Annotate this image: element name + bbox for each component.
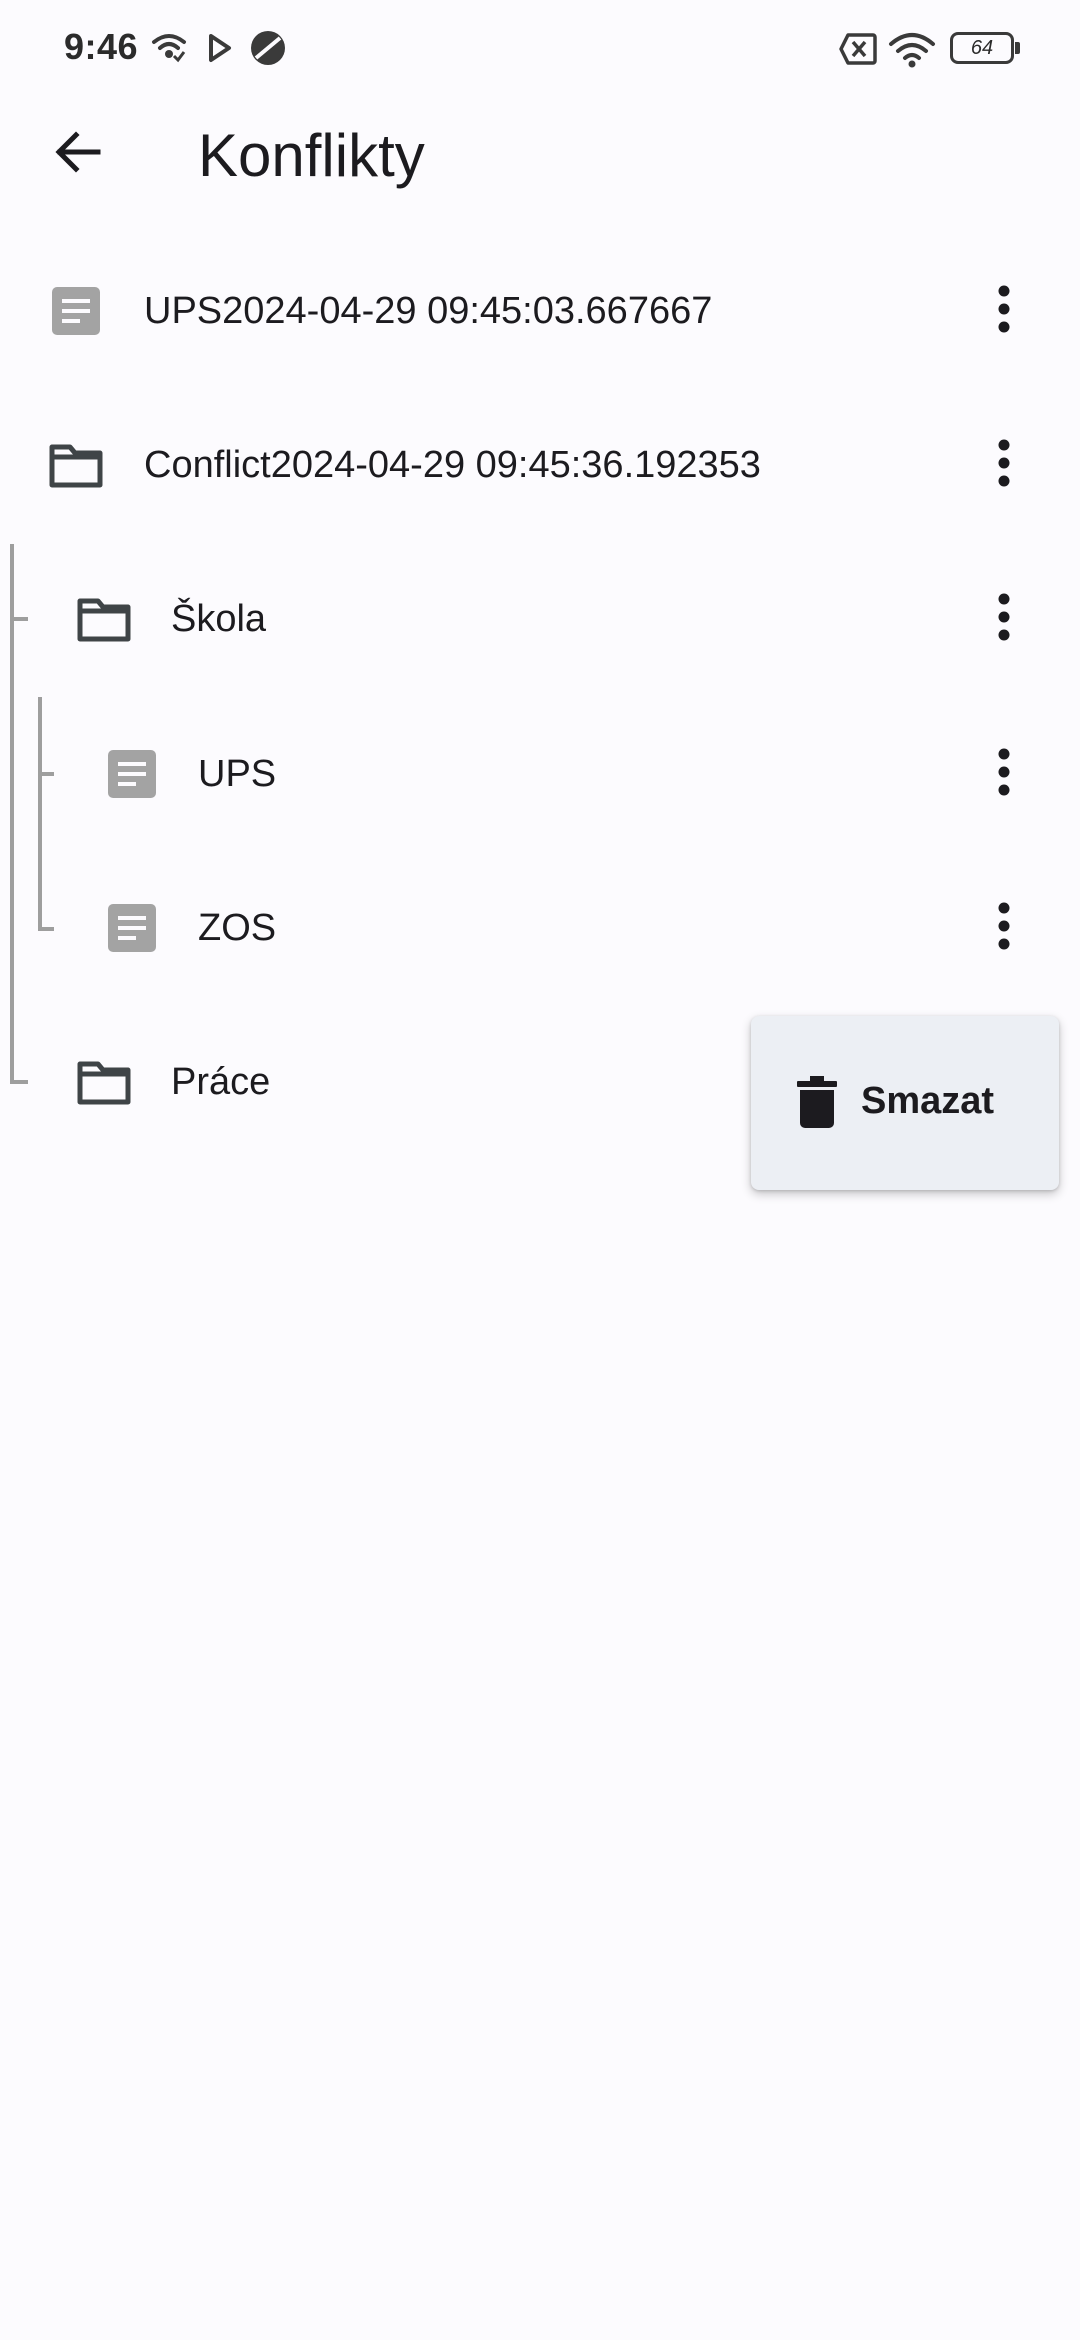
folder-icon [48, 437, 104, 493]
delete-menu-item[interactable]: Smazat [751, 1016, 1059, 1190]
no-sim-icon [838, 32, 878, 71]
tree-row[interactable]: Conflict2024-04-29 09:45:36.192353 [0, 405, 1080, 525]
tree-row-label: UPS [198, 753, 277, 795]
battery-indicator: 64 [950, 32, 1014, 64]
tree-row-label: Práce [171, 1061, 271, 1103]
file-icon [48, 283, 104, 339]
popup-menu: Smazat [751, 1016, 1059, 1190]
play-store-icon [208, 28, 232, 73]
arrow-left-icon [52, 126, 104, 183]
vpn-icon [248, 28, 288, 73]
more-vert-icon [998, 748, 1010, 801]
tree-row-label: UPS2024-04-29 09:45:03.667667 [144, 290, 713, 332]
tree-row-label: Škola [171, 598, 267, 640]
status-bar: 9:46 64 [0, 0, 1080, 100]
trash-icon [797, 1076, 837, 1133]
folder-icon [76, 591, 132, 647]
more-vert-icon [998, 285, 1010, 338]
more-vert-icon [998, 439, 1010, 492]
tree-row-label: ZOS [198, 907, 277, 949]
back-button[interactable] [36, 112, 120, 196]
more-options-button[interactable] [964, 279, 1044, 343]
more-vert-icon [998, 902, 1010, 955]
more-options-button[interactable] [964, 587, 1044, 651]
page-title: Konflikty [198, 122, 425, 189]
battery-tip [1015, 42, 1020, 54]
status-time: 9:46 [64, 26, 139, 67]
tree-row[interactable]: ZOS [0, 868, 1080, 988]
folder-icon [76, 1054, 132, 1110]
file-icon [104, 900, 160, 956]
more-options-button[interactable] [964, 742, 1044, 806]
tree-row[interactable]: UPS [0, 714, 1080, 834]
tree-row[interactable]: UPS2024-04-29 09:45:03.667667 [0, 251, 1080, 371]
tree-row-label: Conflict2024-04-29 09:45:36.192353 [144, 444, 761, 486]
tree-row[interactable]: Škola [0, 559, 1080, 679]
more-options-button[interactable] [964, 433, 1044, 497]
battery-level: 64 [970, 36, 994, 59]
menu-item-label: Smazat [861, 1080, 995, 1122]
file-icon [104, 746, 160, 802]
more-options-button[interactable] [964, 896, 1044, 960]
wifi-icon [888, 30, 936, 75]
hotspot-icon [150, 28, 188, 73]
more-vert-icon [998, 593, 1010, 646]
